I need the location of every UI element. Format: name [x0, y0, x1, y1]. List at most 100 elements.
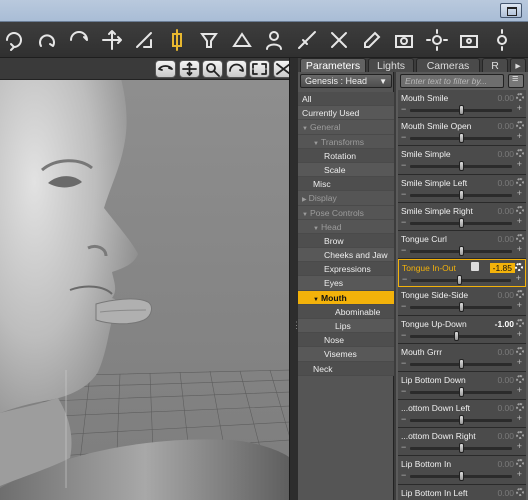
tree-item[interactable]: Cheeks and Jaw — [298, 248, 394, 263]
slider-knob[interactable] — [458, 133, 464, 144]
parameter-row[interactable]: Lip Bottom In Left0.00−+ — [398, 484, 526, 500]
decrement-icon[interactable]: − — [401, 330, 406, 340]
tree-item[interactable]: Brow — [298, 233, 394, 249]
splitter-grip-icon[interactable]: ⋮ — [292, 320, 301, 334]
geometry-editor-icon[interactable] — [327, 28, 351, 52]
gear-icon[interactable] — [516, 121, 524, 130]
tree-item[interactable]: Lips — [298, 319, 394, 334]
edit-icon[interactable] — [360, 28, 384, 52]
tree-item[interactable]: ▼ Pose Controls — [298, 205, 394, 220]
parameter-value[interactable]: 0.00 — [497, 431, 514, 441]
parameter-value[interactable]: 0.00 — [497, 375, 514, 385]
decrement-icon[interactable]: − — [401, 386, 406, 396]
parameter-value[interactable]: 0.00 — [497, 206, 514, 216]
render-icon[interactable] — [392, 28, 416, 52]
gear-icon[interactable] — [516, 487, 524, 496]
slider-knob[interactable] — [458, 245, 464, 256]
slider-knob[interactable] — [458, 415, 464, 426]
tree-item[interactable]: Rotation — [298, 148, 394, 163]
increment-icon[interactable]: + — [516, 273, 521, 283]
parameter-row[interactable]: ...ottom Down Right 0.00 − + — [398, 428, 526, 457]
slider-knob[interactable] — [458, 161, 464, 172]
translate-tool-icon[interactable] — [100, 28, 124, 52]
lock-icon[interactable] — [471, 262, 479, 272]
decrement-icon[interactable]: − — [401, 414, 406, 424]
slider-knob[interactable] — [458, 386, 464, 397]
tab-parameters[interactable]: Parameters — [300, 58, 366, 72]
increment-icon[interactable]: + — [517, 244, 522, 254]
parameter-value[interactable]: 0.00 — [497, 290, 514, 300]
parameter-row[interactable]: Tongue Up-Down -1.00 − + — [398, 315, 526, 344]
parameter-row[interactable]: Mouth Smile 0.00 − + — [398, 90, 526, 119]
decrement-icon[interactable]: − — [402, 274, 407, 284]
joint-editor-icon[interactable] — [165, 28, 189, 52]
rotate-tool-icon[interactable] — [35, 28, 59, 52]
expand-arrow-icon[interactable]: ▼ — [313, 226, 319, 232]
decrement-icon[interactable]: − — [401, 301, 406, 311]
parameter-value[interactable]: 0.00 — [497, 459, 514, 469]
increment-icon[interactable]: + — [517, 131, 522, 141]
slider-knob[interactable] — [458, 189, 464, 200]
parameter-row[interactable]: Lip Bottom Down 0.00 − + — [398, 371, 526, 401]
increment-icon[interactable]: + — [517, 159, 522, 169]
node-weight-icon[interactable] — [295, 28, 319, 52]
increment-icon[interactable]: + — [517, 103, 522, 113]
frame-icon[interactable] — [249, 60, 270, 78]
parameter-row[interactable]: Lip Bottom In 0.00 − + — [398, 456, 526, 485]
orbit-tool-icon[interactable] — [67, 28, 91, 52]
parameter-value[interactable]: 0.00 — [497, 121, 514, 131]
decrement-icon[interactable]: − — [401, 442, 406, 452]
decrement-icon[interactable]: − — [401, 245, 406, 255]
maximize-icon[interactable] — [272, 60, 289, 78]
options-menu-icon[interactable] — [508, 73, 524, 88]
parameter-value[interactable]: 0.00 — [497, 93, 514, 103]
scale-tool-icon[interactable] — [132, 28, 156, 52]
universal-tool-icon[interactable] — [2, 28, 26, 52]
parameter-value[interactable]: 0.00 — [497, 488, 514, 498]
increment-icon[interactable]: + — [517, 216, 522, 226]
increment-icon[interactable]: + — [517, 329, 522, 339]
tree-item[interactable]: ▼ General — [298, 120, 394, 135]
tree-item[interactable]: ▶ Display — [298, 191, 394, 206]
parameter-row[interactable]: Tongue Side-Side 0.00 − + — [398, 287, 526, 316]
gear-icon[interactable] — [516, 374, 524, 383]
tree-item[interactable]: Visemes — [298, 347, 394, 362]
decrement-icon[interactable]: − — [401, 104, 406, 114]
parameter-value[interactable]: 0.00 — [497, 347, 514, 357]
increment-icon[interactable]: + — [517, 441, 522, 451]
parameter-value[interactable]: 0.00 — [497, 403, 514, 413]
pane-splitter[interactable]: ⋮ — [290, 58, 301, 500]
parameter-row[interactable]: Smile Simple Left 0.00 − + — [398, 174, 526, 203]
tree-item[interactable]: ▼ Transforms — [298, 134, 394, 149]
increment-icon[interactable]: + — [517, 413, 522, 423]
slider-knob[interactable] — [458, 217, 464, 228]
3d-viewport[interactable] — [0, 58, 290, 500]
tree-item[interactable]: Currently Used — [298, 106, 394, 121]
increment-icon[interactable]: + — [517, 188, 522, 198]
increment-icon[interactable]: + — [517, 300, 522, 310]
expand-arrow-icon[interactable]: ▼ — [302, 212, 308, 218]
tree-item[interactable]: Expressions — [298, 262, 394, 277]
gear-icon[interactable] — [516, 403, 524, 412]
zoom-icon[interactable] — [202, 60, 223, 78]
slider-knob[interactable] — [454, 330, 460, 341]
slider-knob[interactable] — [458, 471, 464, 482]
parameter-row[interactable]: Tongue In-Out -1.85 − + — [398, 259, 526, 288]
gear-icon[interactable] — [516, 290, 524, 299]
increment-icon[interactable]: + — [517, 357, 522, 367]
gear-icon[interactable] — [516, 233, 524, 242]
figure-icon[interactable] — [262, 28, 286, 52]
tree-item[interactable]: All — [298, 92, 394, 107]
parameter-row[interactable]: ...ottom Down Left 0.00 − + — [398, 400, 526, 429]
parameter-row[interactable]: Smile Simple Right 0.00 − + — [398, 202, 526, 231]
decrement-icon[interactable]: − — [401, 189, 406, 199]
tab-lights[interactable]: Lights — [368, 58, 414, 72]
render-settings-icon[interactable] — [490, 28, 514, 52]
gear-icon[interactable] — [516, 205, 524, 214]
gear-icon[interactable] — [516, 149, 524, 158]
slider-knob[interactable] — [458, 302, 464, 313]
tab-cameras[interactable]: Cameras — [416, 58, 480, 72]
tree-item[interactable]: ▼ Mouth — [298, 290, 394, 305]
funnel-icon[interactable] — [197, 28, 221, 52]
parameter-value[interactable]: 0.00 — [497, 178, 514, 188]
